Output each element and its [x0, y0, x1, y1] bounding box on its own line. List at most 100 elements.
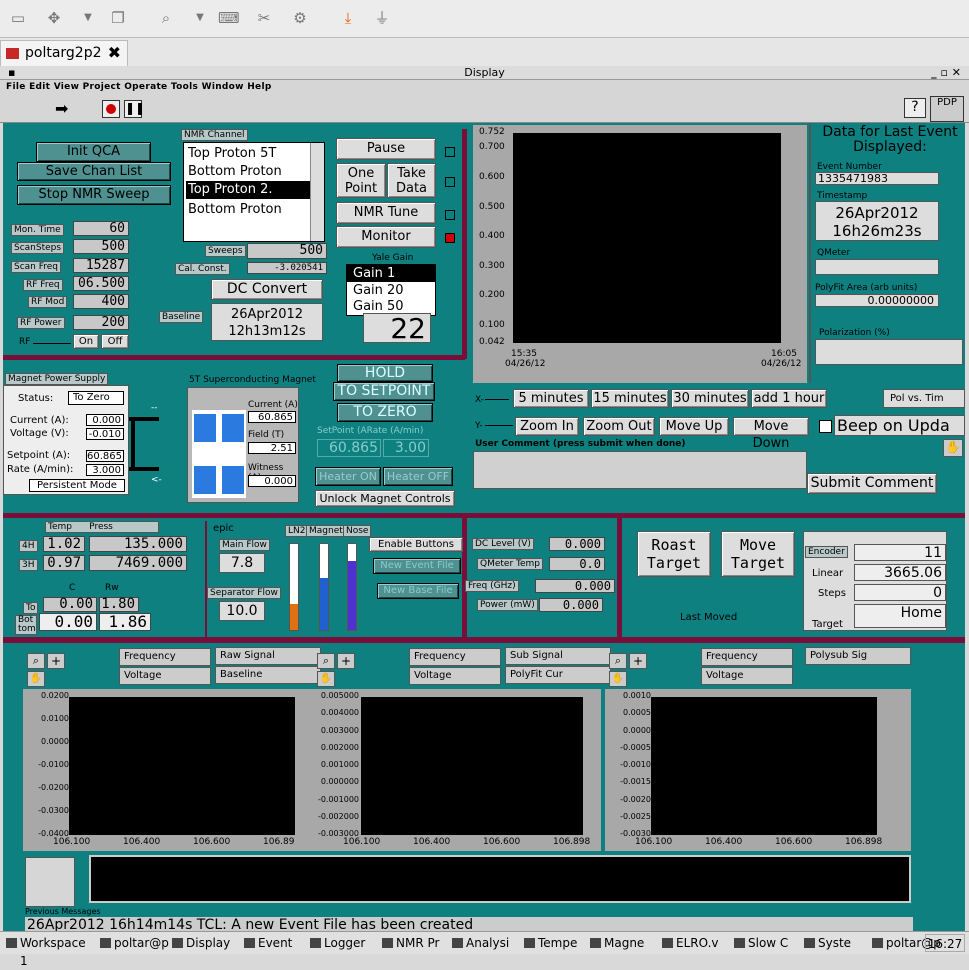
- zoom-in-button[interactable]: Zoom In: [515, 417, 579, 436]
- rf-power-field[interactable]: 200: [73, 315, 129, 330]
- dc-convert-button[interactable]: DC Convert: [211, 279, 323, 300]
- save-chan-list-button[interactable]: Save Chan List: [17, 162, 171, 181]
- menu-window[interactable]: Window: [202, 82, 244, 92]
- menu-help[interactable]: Help: [247, 82, 271, 92]
- hand-icon[interactable]: ✋: [27, 671, 45, 687]
- move-down-button[interactable]: Move Down: [733, 417, 809, 451]
- list-item[interactable]: Bottom Proton: [188, 163, 308, 181]
- sweeps-field[interactable]: 500: [247, 243, 327, 259]
- list-item-selected[interactable]: Top Proton 2.: [186, 181, 310, 199]
- tools-icon[interactable]: ✂: [254, 8, 274, 28]
- gain-option[interactable]: Gain 20: [347, 282, 435, 299]
- hand-icon[interactable]: ✋: [609, 671, 627, 687]
- rf-freq-field[interactable]: 06.500: [73, 276, 129, 291]
- help-button[interactable]: ?: [904, 98, 926, 118]
- rf-off-button[interactable]: Off: [101, 334, 129, 349]
- taskbar-item[interactable]: Analysi: [450, 934, 520, 952]
- taskbar-item[interactable]: Tempe: [522, 934, 586, 952]
- new-event-file-button[interactable]: New Event File: [373, 558, 461, 574]
- legend-voltage[interactable]: Voltage: [409, 667, 501, 685]
- one-point-button[interactable]: One Point: [336, 163, 386, 198]
- keyboard-icon[interactable]: ⌨: [218, 8, 240, 28]
- plus-icon[interactable]: +: [337, 653, 355, 669]
- pause-button[interactable]: Pause: [336, 138, 436, 160]
- legend-frequency[interactable]: Frequency: [409, 648, 501, 666]
- plus-icon[interactable]: +: [47, 653, 65, 669]
- chevron-down-icon[interactable]: ▼: [190, 8, 210, 28]
- heater-off-button[interactable]: Heater OFF: [383, 467, 453, 486]
- taskbar-item[interactable]: poltar@p: [98, 934, 169, 952]
- taskbar-item[interactable]: Event: [242, 934, 306, 952]
- window-icon[interactable]: ▭: [8, 8, 28, 28]
- x-5min-button[interactable]: 5 minutes: [513, 389, 589, 408]
- gear-icon[interactable]: ⚙: [290, 8, 310, 28]
- mon-time-field[interactable]: 60: [73, 221, 129, 236]
- download-icon[interactable]: ⤓: [338, 8, 358, 28]
- legend-voltage[interactable]: Voltage: [119, 667, 211, 685]
- taskbar-item[interactable]: Syste: [802, 934, 868, 952]
- window-menu-icon[interactable]: ▪: [8, 66, 15, 79]
- x-30min-button[interactable]: 30 minutes: [671, 389, 749, 408]
- beep-checkbox[interactable]: [819, 420, 832, 433]
- zoom-icon[interactable]: ⌕: [156, 8, 176, 28]
- zoom-icon[interactable]: ⌕: [609, 653, 627, 669]
- cal-const-field[interactable]: -3.020541: [247, 262, 327, 274]
- to-setpoint-button[interactable]: TO SETPOINT: [333, 382, 435, 401]
- hand-icon[interactable]: ✋: [317, 671, 335, 687]
- rf-mod-field[interactable]: 400: [73, 294, 129, 309]
- move-icon[interactable]: ✥: [44, 8, 64, 28]
- scansteps-field[interactable]: 500: [73, 239, 129, 254]
- taskbar-item[interactable]: NMR Pr: [380, 934, 448, 952]
- run-arrow-icon[interactable]: ➡: [55, 100, 75, 118]
- windows-icon[interactable]: ❐: [108, 8, 128, 28]
- magnet-rate-field[interactable]: 3.00: [383, 439, 429, 457]
- plus-icon[interactable]: +: [629, 653, 647, 669]
- menu-file[interactable]: File: [6, 82, 26, 92]
- stop-button[interactable]: [102, 100, 120, 118]
- legend-frequency[interactable]: Frequency: [119, 648, 211, 666]
- hand-icon[interactable]: ✋: [943, 439, 963, 457]
- x-15min-button[interactable]: 15 minutes: [591, 389, 669, 408]
- scrollbar[interactable]: [310, 143, 324, 241]
- close-icon[interactable]: ✖: [108, 43, 121, 62]
- magnet-setpoint-field[interactable]: 60.865: [317, 439, 381, 457]
- rf-on-button[interactable]: On: [73, 334, 99, 349]
- list-item[interactable]: Bottom Proton: [188, 201, 308, 219]
- taskbar-item[interactable]: Magne: [588, 934, 658, 952]
- menu-edit[interactable]: Edit: [29, 82, 50, 92]
- scan-freq-field[interactable]: 15287: [73, 258, 129, 273]
- roast-target-button[interactable]: Roast Target: [637, 531, 711, 577]
- zoom-icon[interactable]: ⌕: [317, 653, 335, 669]
- monitor-button[interactable]: Monitor: [336, 226, 436, 248]
- tab-poltarg2p2[interactable]: poltarg2p2 ✖: [0, 40, 128, 66]
- nmr-channel-list[interactable]: Top Proton 5T Bottom Proton Top Proton 2…: [183, 142, 325, 242]
- hold-button[interactable]: HOLD: [337, 364, 433, 382]
- init-qca-button[interactable]: Init QCA: [36, 142, 151, 162]
- menu-project[interactable]: Project: [83, 82, 121, 92]
- chevron-down-icon[interactable]: ▼: [78, 8, 98, 28]
- take-data-button[interactable]: Take Data: [387, 163, 436, 198]
- legend-frequency[interactable]: Frequency: [701, 648, 793, 666]
- heater-on-button[interactable]: Heater ON: [315, 467, 381, 486]
- taskbar-item[interactable]: Workspace 1: [4, 934, 96, 968]
- zoom-icon[interactable]: ⌕: [27, 653, 45, 669]
- move-target-button[interactable]: Move Target: [721, 531, 795, 577]
- target-value[interactable]: Home: [854, 604, 946, 628]
- comment-input[interactable]: [473, 451, 807, 489]
- pause-icon[interactable]: ❚❚: [124, 100, 145, 118]
- taskbar-item[interactable]: ELRO.v: [660, 934, 730, 952]
- taskbar-item[interactable]: Logger: [308, 934, 378, 952]
- new-base-file-button[interactable]: New Base File: [377, 583, 459, 599]
- menu-view[interactable]: View: [54, 82, 80, 92]
- list-item[interactable]: Top Proton 5T: [188, 145, 308, 163]
- plug-icon[interactable]: ⏚: [372, 8, 392, 28]
- window-controls[interactable]: _ ▫ ✕: [931, 66, 961, 79]
- yale-gain-menu[interactable]: Gain 1 Gain 20 Gain 50: [346, 264, 436, 316]
- gain-option[interactable]: Gain 1: [347, 265, 435, 282]
- menu-operate[interactable]: Operate: [124, 82, 167, 92]
- setpoint-value[interactable]: 60.865: [86, 450, 124, 462]
- enable-buttons-button[interactable]: Enable Buttons: [369, 537, 463, 552]
- taskbar-item[interactable]: Slow C: [732, 934, 800, 952]
- unlock-magnet-button[interactable]: Unlock Magnet Controls: [315, 490, 455, 507]
- submit-comment-button[interactable]: Submit Comment: [807, 473, 937, 494]
